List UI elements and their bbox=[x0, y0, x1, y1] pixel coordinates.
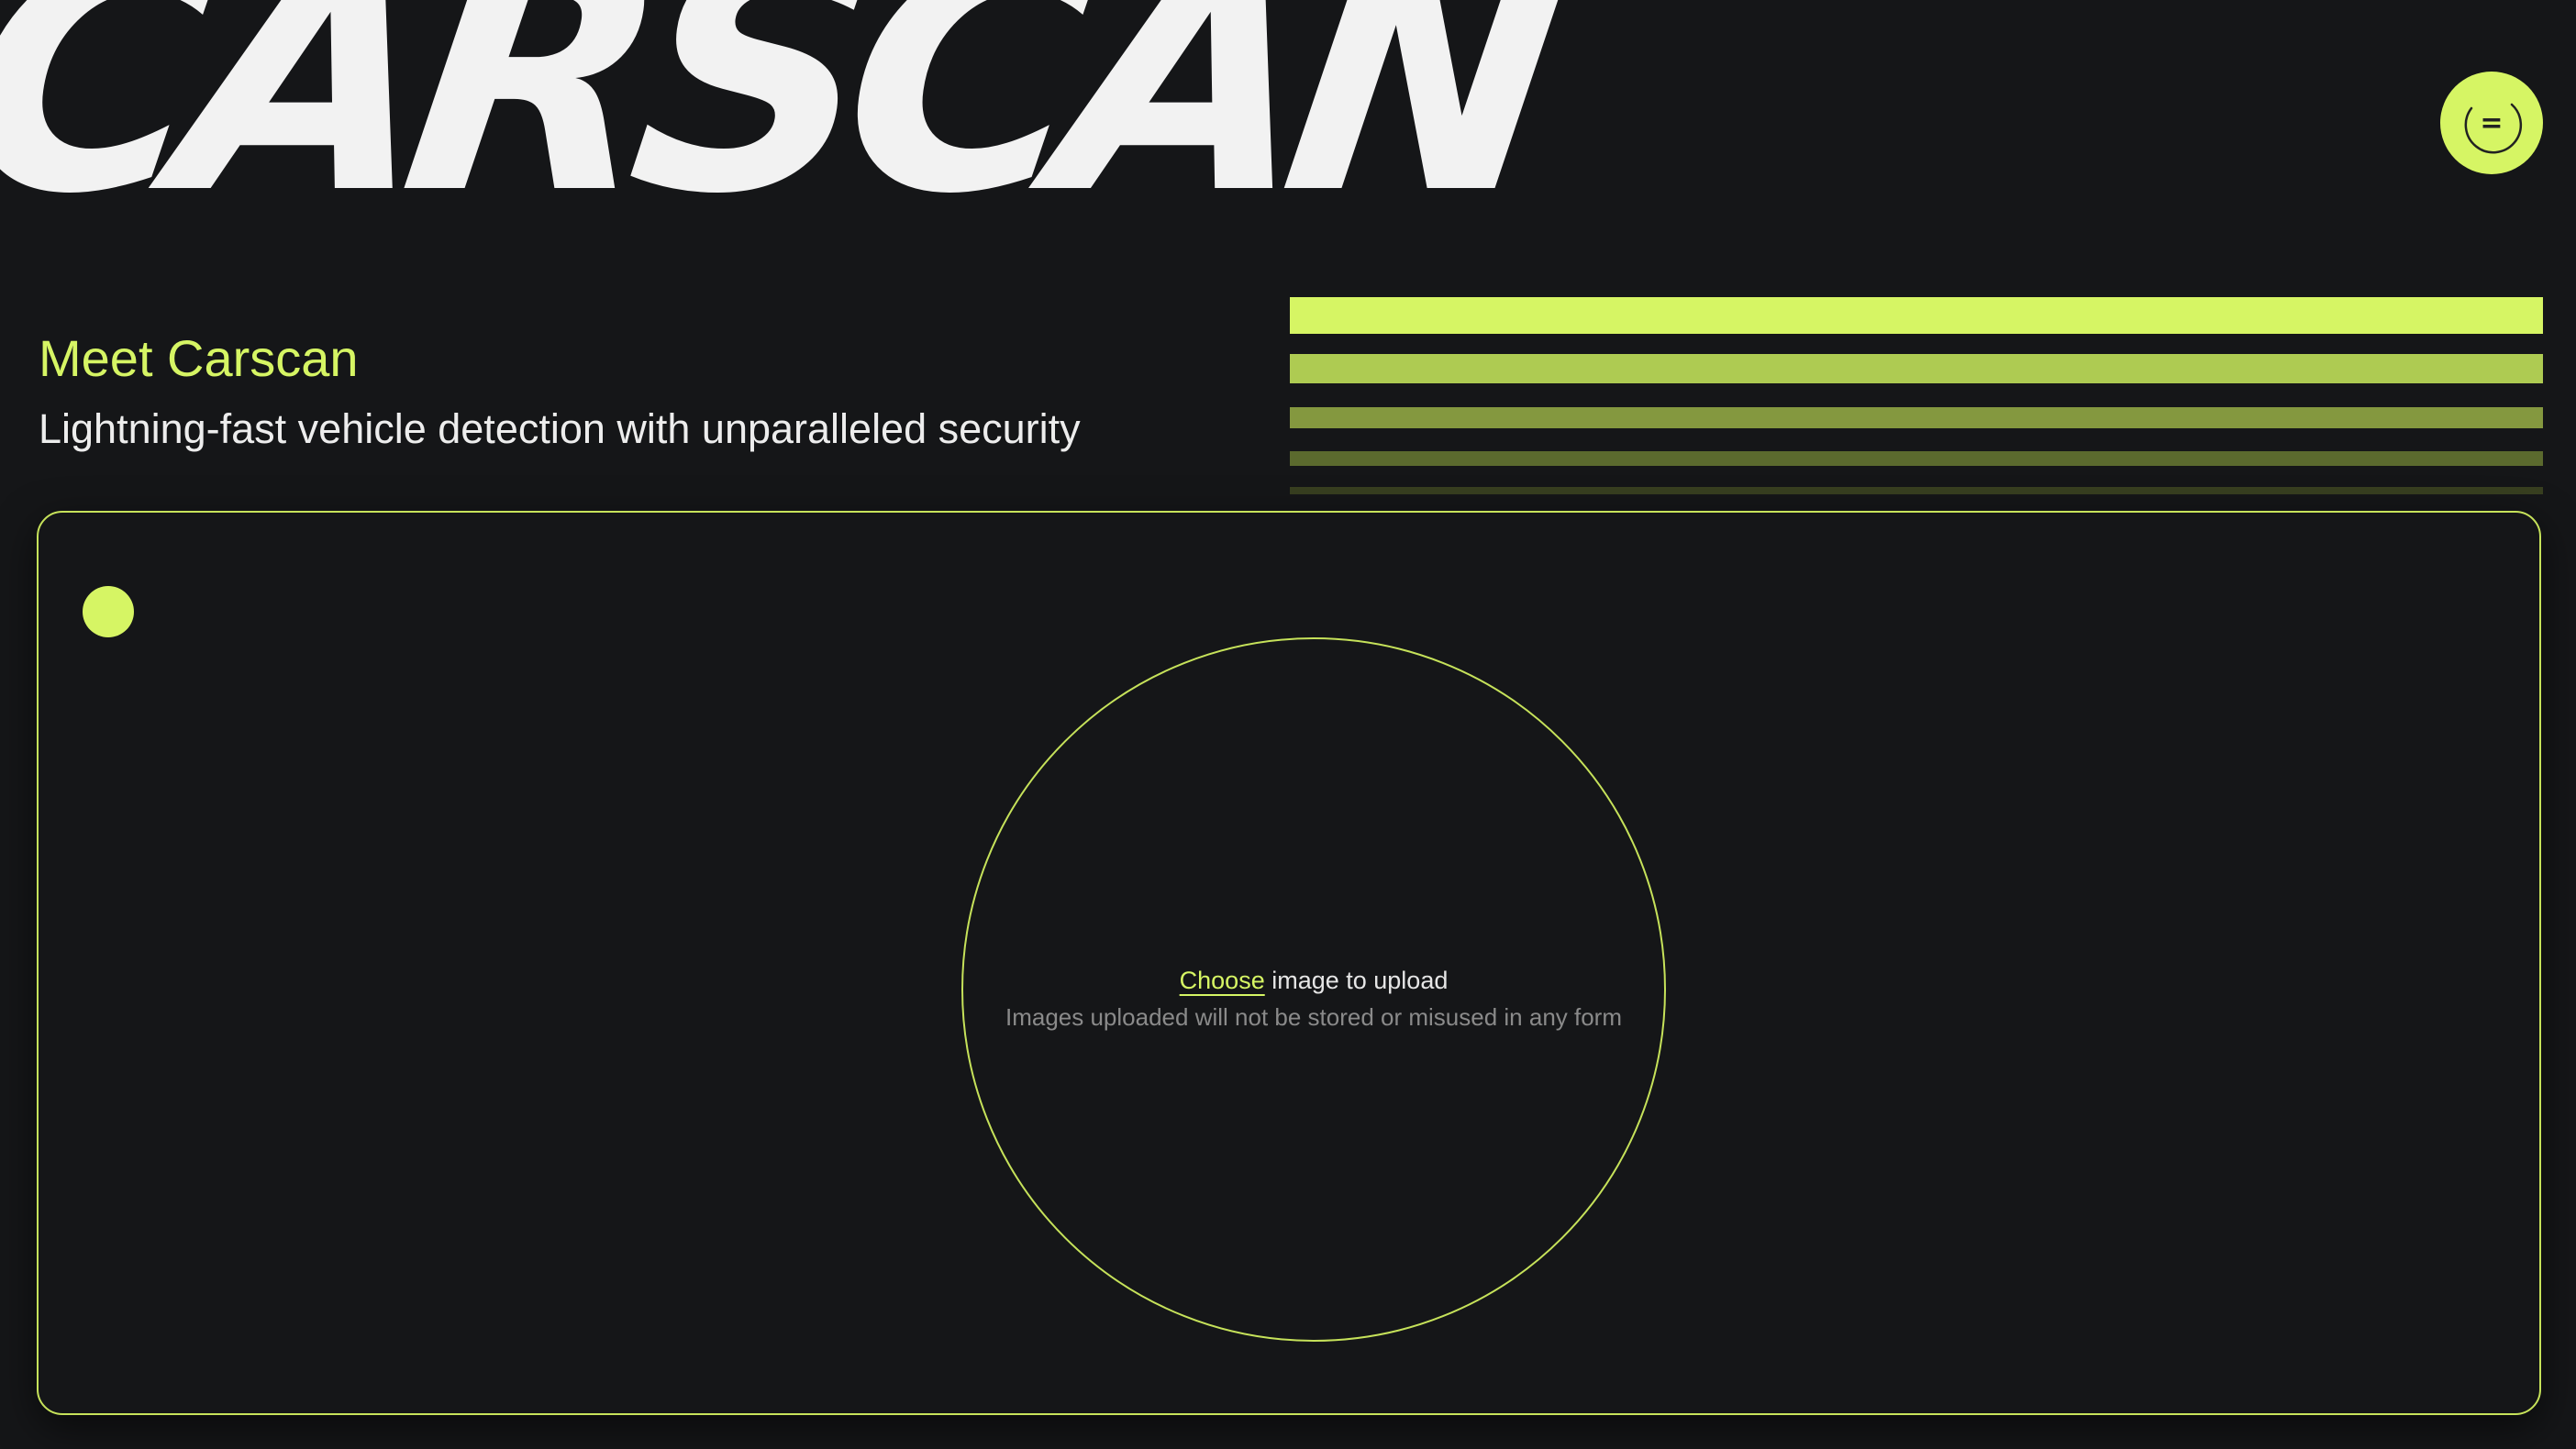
drop-zone-text: Choose image to upload Images uploaded w… bbox=[963, 962, 1664, 1035]
hero-subtitle: Lightning-fast vehicle detection with un… bbox=[39, 405, 1081, 452]
menu-button[interactable]: = bbox=[2440, 72, 2543, 174]
choose-image-link[interactable]: Choose bbox=[1180, 967, 1265, 994]
privacy-note: Images uploaded will not be stored or mi… bbox=[1005, 1003, 1622, 1031]
hero-title: Meet Carscan bbox=[39, 329, 359, 387]
stripe-1 bbox=[1290, 297, 2543, 334]
upload-prompt-rest: image to upload bbox=[1264, 967, 1449, 994]
image-drop-zone[interactable]: Choose image to upload Images uploaded w… bbox=[961, 637, 1666, 1342]
menu-icon: = bbox=[2480, 106, 2504, 139]
carscan-logo: CARSCAN bbox=[0, 0, 1568, 265]
stripe-5 bbox=[1290, 487, 2543, 494]
stripe-2 bbox=[1290, 354, 2543, 383]
stripe-3 bbox=[1290, 407, 2543, 428]
status-indicator-dot bbox=[83, 586, 134, 637]
upload-prompt: Choose image to upload bbox=[963, 962, 1664, 999]
upload-card: Choose image to upload Images uploaded w… bbox=[37, 511, 2541, 1415]
stripe-4 bbox=[1290, 451, 2543, 466]
